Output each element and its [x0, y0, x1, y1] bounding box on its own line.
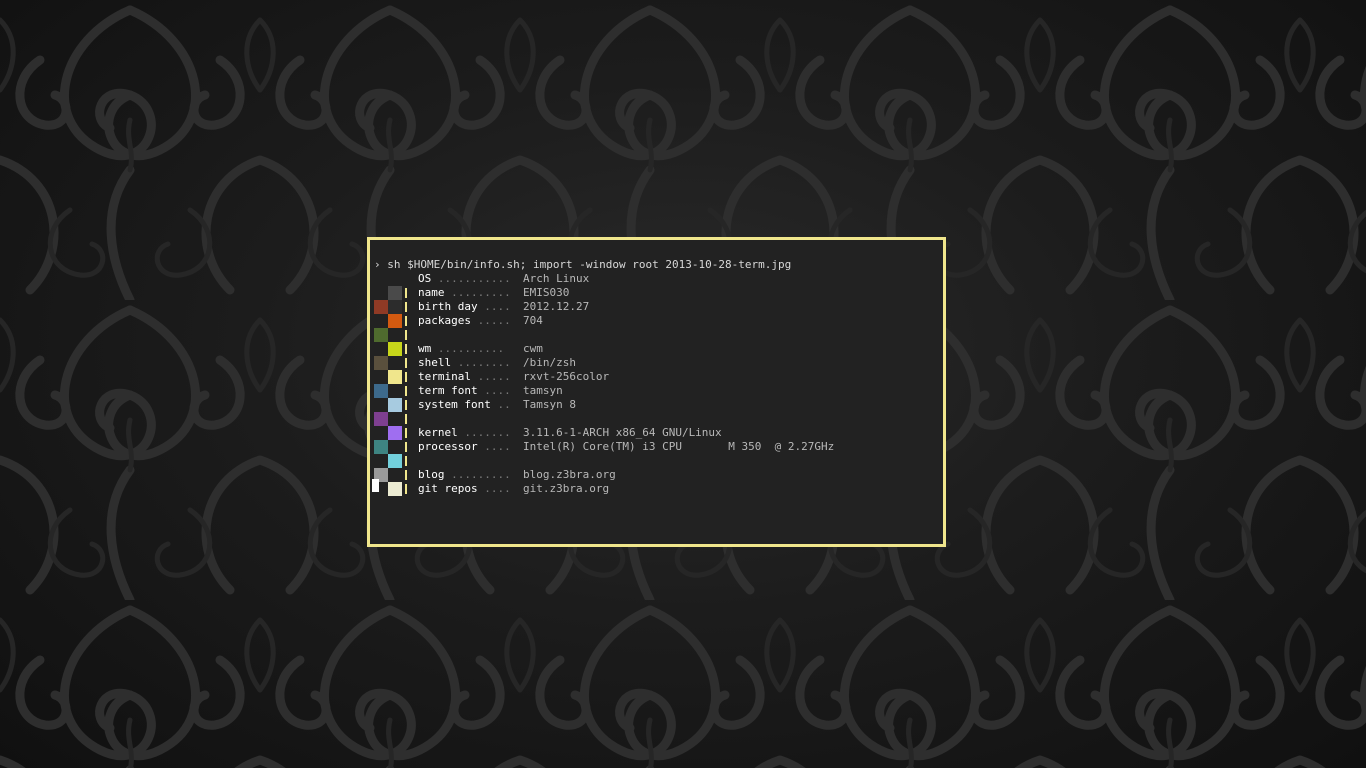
color-swatch [374, 440, 388, 454]
leader-dots: .... [477, 384, 511, 397]
leader-dots: .. [490, 398, 511, 411]
separator-bar [405, 386, 407, 396]
leader-dots: .... [477, 482, 511, 495]
info-key: birth day .... [418, 300, 511, 314]
info-key-label: wm [418, 342, 432, 355]
color-swatch [388, 286, 402, 300]
separator-bar [405, 358, 407, 368]
separator-bar [405, 442, 407, 452]
info-key-label: shell [418, 356, 452, 369]
leader-dots: .... [477, 440, 511, 453]
color-swatch [388, 342, 402, 356]
separator-bar [405, 414, 407, 424]
separator-bar [405, 344, 407, 354]
info-key-label: birth day [418, 300, 478, 313]
separator-bar [405, 456, 407, 466]
color-swatch [388, 300, 402, 314]
color-swatch [374, 300, 388, 314]
info-value: /bin/zsh [523, 356, 576, 369]
leader-dots: ....... [457, 426, 511, 439]
info-key-label: OS [418, 272, 432, 285]
info-key-label: system font [418, 398, 491, 411]
info-key: packages ..... [418, 314, 511, 328]
text-cursor [372, 479, 379, 492]
info-key-label: processor [418, 440, 478, 453]
info-key-label: packages [418, 314, 471, 327]
info-value: Intel(R) Core(TM) i3 CPU M 350 @ 2.27GHz [523, 440, 835, 453]
info-key: shell ........ [418, 356, 511, 370]
color-swatch [388, 426, 402, 440]
info-key: processor .... [418, 440, 511, 454]
separator-bar [405, 302, 407, 312]
info-value: EMIS030 [523, 286, 570, 299]
info-key: name ......... [418, 286, 511, 300]
separator-bar [405, 372, 407, 382]
leader-dots: ........ [451, 356, 511, 369]
command-text: sh $HOME/bin/info.sh; import -window roo… [387, 258, 792, 271]
separator-bar [405, 470, 407, 480]
color-swatch [374, 356, 388, 370]
info-value: 704 [523, 314, 543, 327]
info-value: blog.z3bra.org [523, 468, 616, 481]
command-prompt-line: › sh $HOME/bin/info.sh; import -window r… [374, 258, 791, 272]
info-value: tamsyn [523, 384, 563, 397]
leader-dots: ......... [444, 468, 511, 481]
color-swatch [388, 482, 402, 496]
info-key: kernel ....... [418, 426, 511, 440]
info-value: rxvt-256color [523, 370, 610, 383]
leader-dots: ........... [431, 272, 511, 285]
info-key-label: terminal [418, 370, 471, 383]
info-key-label: kernel [418, 426, 458, 439]
leader-dots: .......... [431, 342, 505, 355]
info-value: cwm [523, 342, 543, 355]
separator-bar [405, 400, 407, 410]
info-key: terminal ..... [418, 370, 511, 384]
info-key: blog ......... [418, 468, 511, 482]
info-value: 2012.12.27 [523, 300, 590, 313]
separator-bar [405, 330, 407, 340]
color-swatch [374, 384, 388, 398]
color-swatch [388, 398, 402, 412]
color-swatch [374, 412, 388, 426]
info-value: Tamsyn 8 [523, 398, 576, 411]
info-key-label: blog [418, 468, 445, 481]
color-swatch [388, 314, 402, 328]
info-key-label: git repos [418, 482, 478, 495]
info-key-label: term font [418, 384, 478, 397]
color-swatch [374, 328, 388, 342]
info-key: wm .......... [418, 342, 504, 356]
terminal-window[interactable]: › sh $HOME/bin/info.sh; import -window r… [367, 237, 946, 547]
color-swatch [388, 370, 402, 384]
separator-bar [405, 288, 407, 298]
color-swatch [388, 454, 402, 468]
info-value: 3.11.6-1-ARCH x86_64 GNU/Linux [523, 426, 722, 439]
leader-dots: ..... [470, 314, 511, 327]
separator-bar [405, 484, 407, 494]
leader-dots: .... [477, 300, 511, 313]
info-value: git.z3bra.org [523, 482, 610, 495]
info-key-label: name [418, 286, 445, 299]
info-key: system font .. [418, 398, 511, 412]
info-value: Arch Linux [523, 272, 590, 285]
separator-bar [405, 316, 407, 326]
info-key: OS ........... [418, 272, 511, 286]
prompt-symbol: › [374, 258, 381, 271]
separator-bar [405, 428, 407, 438]
desktop: › sh $HOME/bin/info.sh; import -window r… [0, 0, 1366, 768]
leader-dots: ..... [470, 370, 511, 383]
info-key: term font .... [418, 384, 511, 398]
leader-dots: ......... [444, 286, 511, 299]
info-key: git repos .... [418, 482, 511, 496]
